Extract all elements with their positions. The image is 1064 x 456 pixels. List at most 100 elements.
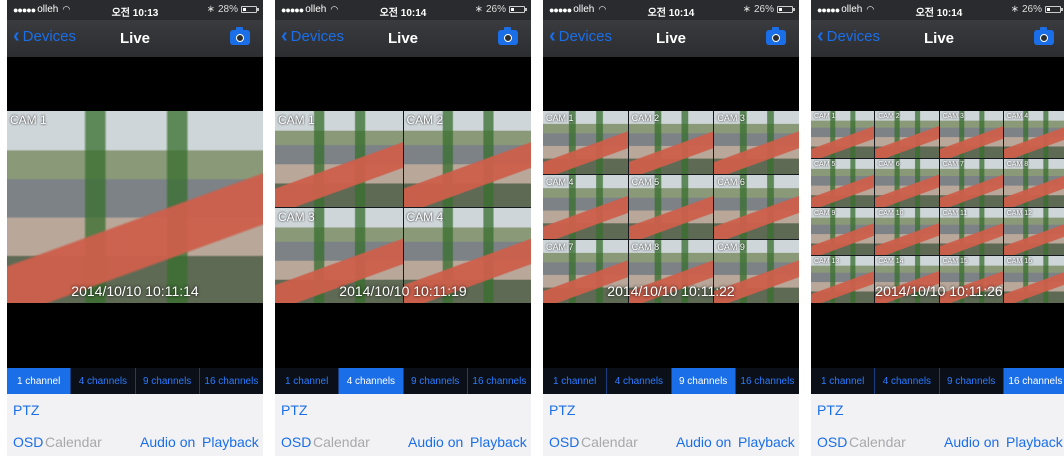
camera-feed[interactable]: CAM 11 [939,207,1003,255]
camera-feed[interactable]: CAM 9 [811,207,875,255]
camera-feed[interactable]: CAM 10 [875,207,939,255]
camera-feed[interactable]: CAM 3 [275,207,403,303]
battery-status: ∗ 26% [1011,4,1063,15]
osd-button[interactable]: OSD [549,434,579,450]
camera-feed[interactable]: CAM 6 [714,175,799,239]
camera-feed[interactable]: CAM 4 [543,175,628,239]
camera-feed[interactable]: CAM 15 [939,255,1003,303]
calendar-button[interactable]: Calendar [313,434,370,450]
camera-feed[interactable]: CAM 3 [939,111,1003,159]
calendar-button[interactable]: Calendar [849,434,906,450]
audio-on-button[interactable]: Audio on [140,434,195,450]
camera-label: CAM 3 [717,113,745,123]
bottom-toolbar: OSD Calendar Audio on Playback [543,426,799,456]
camera-feed[interactable]: CAM 8 [628,239,714,303]
tab-4-channels[interactable]: 4 channels [607,368,672,394]
camera-feed[interactable]: CAM 2 [875,111,939,159]
audio-on-button[interactable]: Audio on [408,434,463,450]
battery-icon [509,6,527,13]
calendar-button[interactable]: Calendar [581,434,638,450]
tab-4-channels[interactable]: 4 channels [71,368,136,394]
ptz-button[interactable]: PTZ [13,402,39,418]
tab-9-channels[interactable]: 9 channels [136,368,200,394]
camera-icon[interactable] [498,27,518,45]
camera-label: CAM 16 [1006,257,1033,265]
camera-feed[interactable]: CAM 7 [543,239,628,303]
tab-16-channels[interactable]: 16 channels [736,368,799,394]
osd-button[interactable]: OSD [13,434,43,450]
ptz-row: PTZ [275,394,531,427]
camera-feed[interactable]: CAM 1 [811,111,875,159]
battery-icon [241,6,259,13]
live-video-grid[interactable]: CAM 1 2014/10/10 10:11:14 [7,111,263,303]
audio-on-button[interactable]: Audio on [676,434,731,450]
camera-feed[interactable]: CAM 14 [875,255,939,303]
live-video-grid[interactable]: CAM 1 CAM 2 CAM 3 CAM 4 2014/10/10 10:11:19 [275,111,531,303]
camera-label: CAM 3 [278,209,315,224]
camera-label: CAM 10 [878,209,904,217]
page-title: Live [923,30,954,47]
osd-button[interactable]: OSD [817,434,847,450]
playback-button[interactable]: Playback [738,434,795,450]
camera-feed[interactable]: CAM 2 [628,111,714,175]
camera-feed[interactable]: CAM 5 [628,175,714,239]
camera-feed[interactable]: CAM 1 [543,111,628,175]
tab-1-channel[interactable]: 1 channel [543,368,608,394]
camera-label: CAM 11 [942,209,968,217]
camera-feed[interactable]: CAM 13 [811,255,875,303]
camera-feed[interactable]: CAM 2 [403,111,531,207]
camera-label: CAM 6 [878,161,900,169]
calendar-button[interactable]: Calendar [45,434,102,450]
battery-icon [1045,6,1063,13]
tab-16-channels[interactable]: 16 channels [468,368,531,394]
camera-feed[interactable]: CAM 4 [1003,111,1064,159]
phone-screen-3: ●●●●● olleh ◠ 오전 10:14 ∗ 26% ‹ Devices Live CAM 1… [543,0,799,456]
camera-feed[interactable]: CAM 6 [875,159,939,207]
playback-button[interactable]: Playback [470,434,527,450]
tab-1-channel[interactable]: 1 channel [811,368,876,394]
camera-label: CAM 2 [631,113,660,123]
bluetooth-icon: ∗ [474,4,483,15]
camera-label: CAM 2 [406,113,444,127]
camera-feed[interactable]: CAM 3 [714,111,799,175]
camera-icon[interactable] [766,27,786,45]
battery-percent: 28% [217,4,238,15]
channel-tabs: 1 channel 4 channels 9 channels 16 channels [275,368,531,394]
camera-feed[interactable]: CAM 9 [714,239,799,303]
audio-on-button[interactable]: Audio on [944,434,999,450]
camera-feed[interactable]: CAM 16 [1003,255,1064,303]
ptz-button[interactable]: PTZ [281,402,307,418]
camera-feed[interactable]: CAM 12 [1003,207,1064,255]
camera-feed[interactable]: CAM 8 [1003,159,1064,207]
phone-screen-4: ●●●●● olleh ◠ 오전 10:14 ∗ 26% ‹ Devices Live CAM 1… [811,0,1064,456]
live-video-grid[interactable]: CAM 1 CAM 2 CAM 3 CAM 4 CAM 5 CAM 6 CAM 7 CAM 8… [543,111,799,303]
tab-1-channel[interactable]: 1 channel [275,368,340,394]
camera-feed[interactable]: CAM 5 [811,159,875,207]
tab-16-channels[interactable]: 16 channels [200,368,263,394]
camera-feed[interactable]: CAM 7 [939,159,1003,207]
battery-status: ∗ 26% [743,4,795,15]
camera-icon[interactable] [230,27,250,45]
osd-button[interactable]: OSD [281,434,311,450]
tab-4-channels[interactable]: 4 channels [875,368,940,394]
playback-button[interactable]: Playback [1006,434,1063,450]
ptz-button[interactable]: PTZ [817,402,843,418]
camera-icon[interactable] [1034,27,1054,45]
camera-feed[interactable]: CAM 4 [403,207,531,303]
tab-9-channels[interactable]: 9 channels [940,368,1004,394]
tab-1-channel[interactable]: 1 channel [7,368,72,394]
live-video-grid[interactable]: CAM 1 CAM 2 CAM 3 CAM 4 CAM 5 CAM 6 CAM 7 CAM 8… [811,111,1064,303]
camera-label: CAM 7 [942,161,964,169]
camera-feed[interactable]: CAM 1 [275,111,403,207]
tab-16-channels[interactable]: 16 channels [1003,368,1064,394]
phone-screen-1: ●●●●● olleh ◠ 오전 10:13 ∗ 28% ‹ Devices Live CAM 1… [7,0,263,456]
tab-4-channels[interactable]: 4 channels [339,368,404,394]
tab-9-channels[interactable]: 9 channels [404,368,468,394]
camera-label: CAM 7 [546,241,574,252]
playback-button[interactable]: Playback [202,434,259,450]
camera-feed[interactable]: CAM 1 [7,111,263,303]
camera-label: CAM 15 [942,257,968,265]
ptz-button[interactable]: PTZ [549,402,575,418]
tab-9-channels[interactable]: 9 channels [671,368,736,394]
battery-percent: 26% [753,4,774,15]
